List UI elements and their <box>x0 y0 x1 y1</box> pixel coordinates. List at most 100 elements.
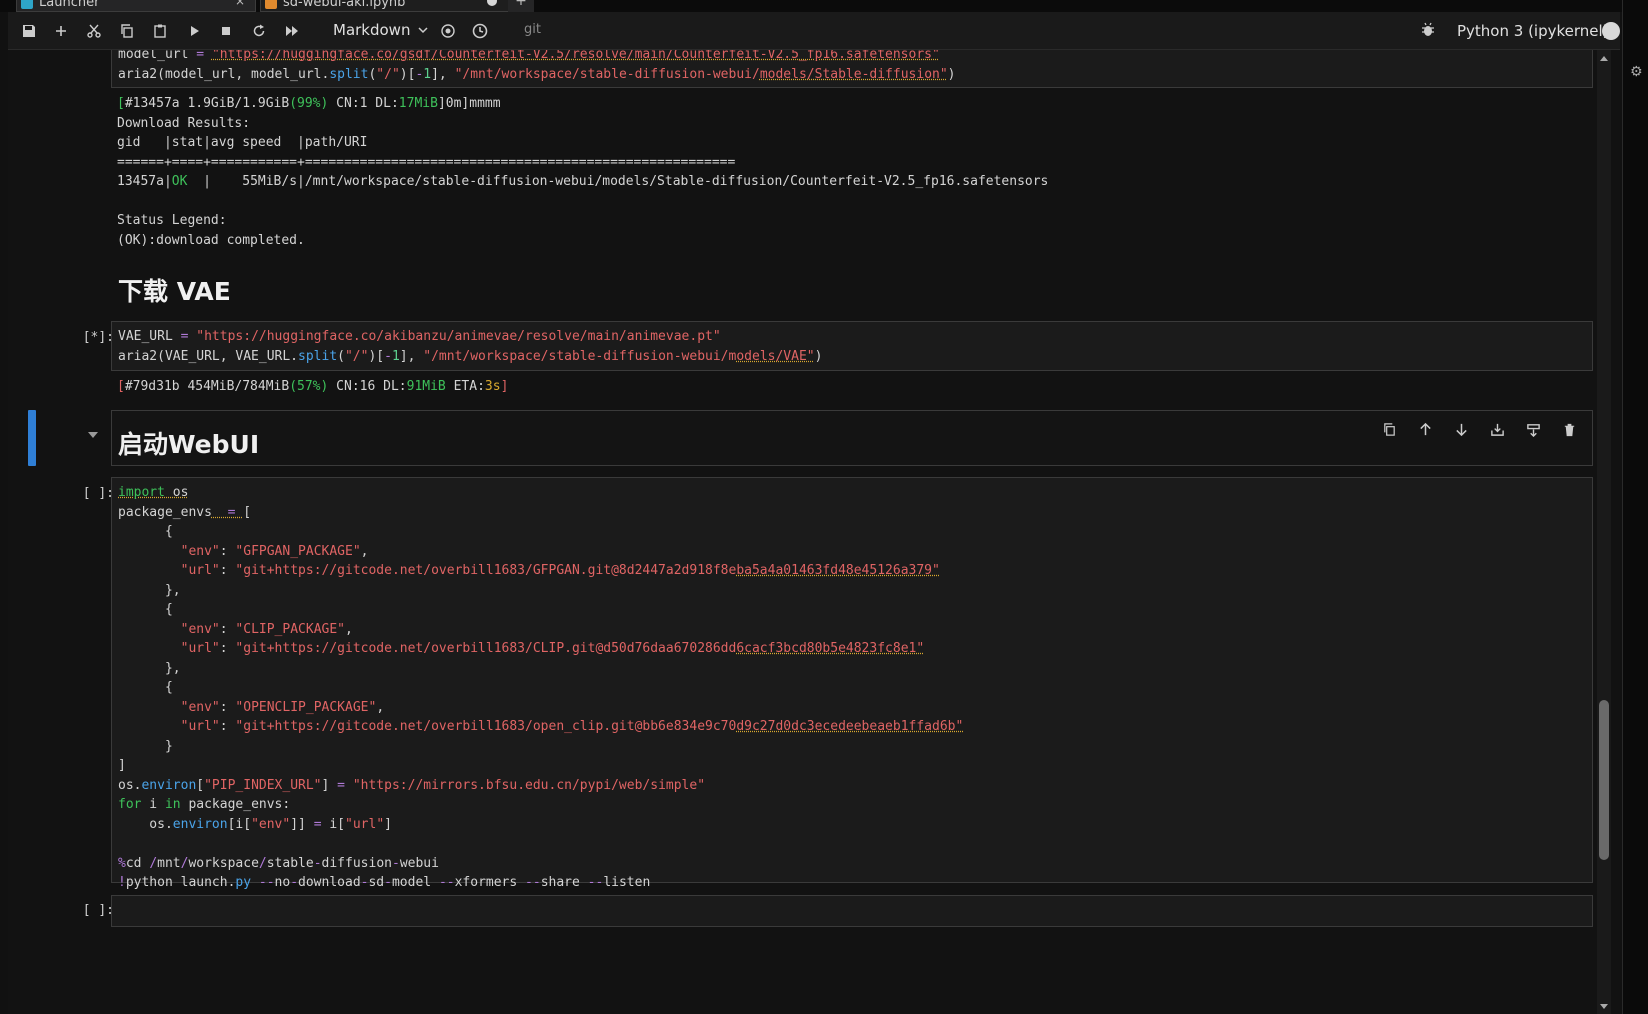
code-line: import os <box>118 485 189 500</box>
new-tab-button[interactable]: + <box>508 0 534 12</box>
code-line: "url": "git+https://gitcode.net/overbill… <box>180 641 925 656</box>
cut-button[interactable] <box>81 18 107 44</box>
toggle-button[interactable] <box>435 18 461 44</box>
code-line: }, <box>118 660 181 676</box>
toggle-icon <box>441 24 455 38</box>
code-cell-editor[interactable]: import os package_envs = [ { "env": "GFP… <box>111 477 1593 890</box>
cell-action-toolbar <box>1376 417 1582 441</box>
scissors-icon <box>87 24 101 38</box>
scroll-down-arrow-icon[interactable] <box>1600 1004 1608 1009</box>
code-line: model_url = "https://huggingface.co/gsdf… <box>118 50 940 62</box>
tab-bar: Launcher × sd-webui-aki.ipynb + <box>0 0 1648 12</box>
clock-icon <box>472 23 488 39</box>
notebook-icon <box>265 0 277 9</box>
empty-code-cell-editor[interactable] <box>111 895 1593 927</box>
scrollbar-thumb[interactable] <box>1599 700 1609 860</box>
code-line: { <box>118 524 173 539</box>
cell-output: [#79d31b 454MiB/784MiB(57%) CN:16 DL:91M… <box>117 379 509 394</box>
stop-icon <box>222 27 230 35</box>
fast-forward-icon <box>286 26 298 36</box>
markdown-heading-webui: 启动WebUI <box>118 430 260 459</box>
code-line: "env": "OPENCLIP_PACKAGE", <box>180 699 385 715</box>
cell-output: [#13457a 1.9GiB/1.9GiB(99%) CN:1 DL:17Mi… <box>117 96 1049 248</box>
insert-above-button[interactable] <box>1484 417 1510 441</box>
restart-run-all-button[interactable] <box>279 18 305 44</box>
run-button[interactable] <box>181 18 207 44</box>
restart-button[interactable] <box>246 18 272 44</box>
code-block: VAE_URL = "https://huggingface.co/akiban… <box>112 322 1592 366</box>
code-cell-editor[interactable]: VAE_URL = "https://huggingface.co/akiban… <box>111 321 1593 371</box>
code-line: "url": "git+https://gitcode.net/overbill… <box>180 563 940 578</box>
tab-notebook[interactable]: sd-webui-aki.ipynb <box>260 0 510 12</box>
code-line: !python launch.py --no-download-sd-model… <box>118 875 651 890</box>
save-button[interactable] <box>16 18 42 44</box>
history-button[interactable] <box>467 18 493 44</box>
code-line: }, <box>118 582 181 598</box>
code-line: VAE_URL = "https://huggingface.co/akiban… <box>118 329 721 344</box>
code-block: import os package_envs = [ { "env": "GFP… <box>112 478 1592 893</box>
code-line: os.environ[i["env"]] = i["url"] <box>118 816 392 832</box>
duplicate-cell-button[interactable] <box>1376 417 1402 441</box>
arrow-up-icon <box>1419 422 1431 435</box>
code-line: ] <box>118 758 126 773</box>
insert-below-button[interactable] <box>1520 417 1546 441</box>
tab-launcher[interactable]: Launcher × <box>16 0 256 12</box>
code-line: aria2(model_url, model_url.split("/")[-1… <box>118 66 956 82</box>
notebook-panel: model_url = "https://huggingface.co/gsdf… <box>8 50 1620 1014</box>
kernel-name[interactable]: Python 3 (ipykernel) <box>1457 22 1609 40</box>
execution-prompt: [*]: <box>82 330 114 345</box>
execution-prompt: [ ]: <box>82 486 114 501</box>
close-icon[interactable]: × <box>235 0 245 8</box>
code-line: os.environ["PIP_INDEX_URL"] = "https://m… <box>118 777 706 793</box>
interrupt-button[interactable] <box>213 18 239 44</box>
play-icon <box>191 26 199 36</box>
insert-below-icon <box>1526 423 1540 437</box>
code-line: package_envs = [ <box>118 504 252 520</box>
code-cell-editor[interactable]: model_url = "https://huggingface.co/gsdf… <box>111 50 1593 88</box>
code-line: { <box>118 602 173 617</box>
copy-icon <box>121 24 133 38</box>
markdown-cell-webui[interactable]: 启动WebUI <box>111 410 1593 466</box>
code-line: { <box>118 680 173 695</box>
debugger-button[interactable] <box>1420 22 1436 42</box>
arrow-down-icon <box>1455 423 1467 436</box>
kernel-status-icon <box>1602 22 1620 40</box>
code-line: for i in package_envs: <box>118 797 291 812</box>
clipboard-icon <box>154 24 166 38</box>
tab-label: sd-webui-aki.ipynb <box>283 0 406 10</box>
code-line: "env": "GFPGAN_PACKAGE", <box>180 543 369 559</box>
move-up-button[interactable] <box>1412 417 1438 441</box>
code-block: model_url = "https://huggingface.co/gsdf… <box>112 50 1592 84</box>
scroll-up-arrow-icon[interactable] <box>1600 56 1608 61</box>
copy-button[interactable] <box>114 18 140 44</box>
cell-type-dropdown[interactable]: Markdown <box>333 21 428 39</box>
trash-icon <box>1564 423 1574 436</box>
plus-icon <box>56 26 66 36</box>
markdown-heading-vae: 下载 VAE <box>118 277 231 306</box>
insert-cell-button[interactable] <box>48 18 74 44</box>
insert-above-icon <box>1490 423 1504 436</box>
chevron-down-icon <box>418 27 428 34</box>
git-button[interactable]: git <box>524 22 541 37</box>
code-line: aria2(VAE_URL, VAE_URL.split("/")[-1], "… <box>118 348 823 364</box>
active-cell-indicator <box>28 410 36 466</box>
code-line: %cd /mnt/workspace/stable-diffusion-webu… <box>118 855 439 871</box>
vertical-scrollbar[interactable] <box>1597 50 1611 1014</box>
save-icon <box>23 25 35 37</box>
cell-type-value: Markdown <box>333 21 411 39</box>
right-sidebar <box>1622 0 1648 1014</box>
delete-cell-button[interactable] <box>1556 417 1582 441</box>
property-inspector-gear-icon[interactable]: ⚙ <box>1630 64 1643 80</box>
bug-icon <box>1422 22 1434 36</box>
duplicate-icon <box>1383 422 1395 436</box>
collapse-caret-icon[interactable] <box>88 432 98 438</box>
move-down-button[interactable] <box>1448 417 1474 441</box>
tab-label: Launcher <box>39 0 100 10</box>
restart-icon <box>253 24 265 37</box>
paste-button[interactable] <box>147 18 173 44</box>
code-line: "url": "git+https://gitcode.net/overbill… <box>180 719 964 734</box>
unsaved-dot-icon[interactable] <box>487 0 497 6</box>
notebook-toolbar: Markdown git Python 3 (ipykernel) <box>8 12 1620 50</box>
code-line: "env": "CLIP_PACKAGE", <box>180 621 353 637</box>
execution-prompt: [ ]: <box>82 903 114 918</box>
